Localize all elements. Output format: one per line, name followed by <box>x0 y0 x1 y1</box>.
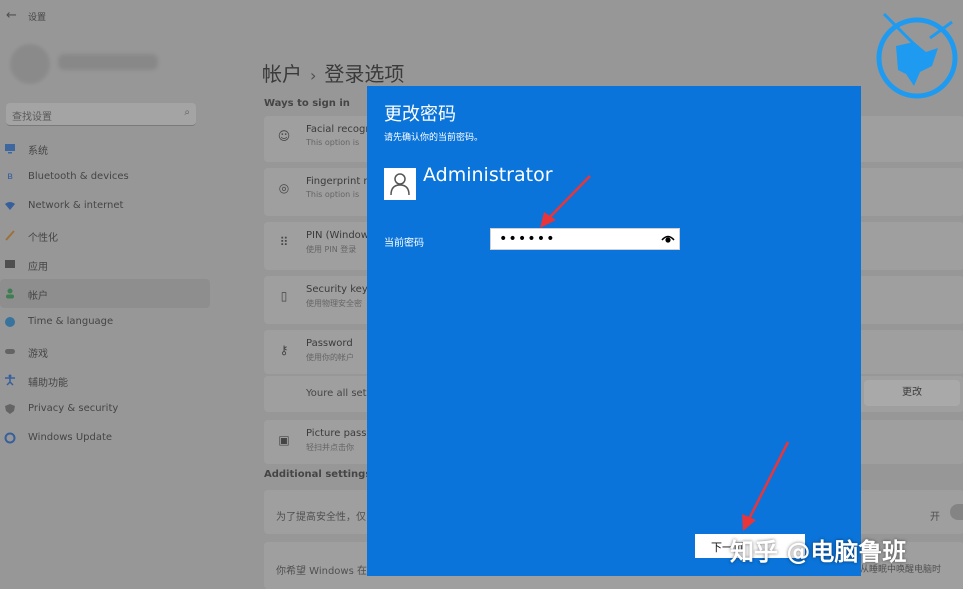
sidebar-item-gaming[interactable]: 游戏 <box>0 337 212 366</box>
card-title: Password <box>306 338 353 349</box>
password-status-text: Youre all set <box>306 388 367 399</box>
current-password-label: 当前密码 <box>384 238 424 249</box>
card-subtitle: This option is <box>306 138 360 147</box>
sidebar-item-label: Time & language <box>28 316 114 327</box>
sidebar-item-label: 帐户 <box>28 291 48 302</box>
dialog-title: 更改密码 <box>384 104 456 125</box>
accessibility-icon <box>4 374 16 386</box>
sidebar-item-privacy[interactable]: Privacy & security <box>0 395 212 424</box>
search-input[interactable]: 查找设置 <box>12 108 52 123</box>
reveal-password-eye-icon[interactable] <box>661 233 675 245</box>
sidebar-item-label: 应用 <box>28 262 48 273</box>
page-title: 登录选项 <box>324 62 405 86</box>
card-subtitle: 使用物理安全密 <box>306 299 362 308</box>
picture-icon: ▣ <box>278 433 290 447</box>
additional-settings-heading: Additional settings <box>264 469 372 480</box>
search-icon: ⌕ <box>184 107 190 118</box>
dialog-subtitle: 请先确认你的当前密码。 <box>384 133 484 143</box>
search-box[interactable]: 查找设置 ⌕ <box>6 103 196 126</box>
sidebar-item-apps[interactable]: 应用 <box>0 250 212 279</box>
change-password-button[interactable]: 更改 <box>864 380 960 406</box>
avatar <box>10 44 50 84</box>
fingerprint-icon: ◎ <box>278 181 290 195</box>
update-icon <box>4 432 16 444</box>
zhihu-watermark: 知乎 @电脑鲁班 <box>730 538 907 566</box>
sidebar-item-label: 游戏 <box>28 349 48 360</box>
sidebar-nav: 系统 ʙ Bluetooth & devices Network & inter… <box>0 134 212 453</box>
current-password-field[interactable]: •••••• <box>490 228 680 250</box>
card-subtitle: 轻扫并点击你 <box>306 443 354 452</box>
sidebar-item-label: Bluetooth & devices <box>28 171 129 182</box>
wifi-icon <box>4 200 16 212</box>
sidebar-item-label: 系统 <box>28 146 48 157</box>
card-subtitle: This option is <box>306 190 360 199</box>
person-icon <box>390 173 410 196</box>
card-title: Picture passw <box>306 428 375 439</box>
sidebar-item-accessibility[interactable]: 辅助功能 <box>0 366 212 395</box>
sidebar-item-label: Network & internet <box>28 200 124 211</box>
user-tile <box>384 168 416 200</box>
pin-icon: ⠿ <box>279 235 289 249</box>
breadcrumb: 帐户 › 登录选项 <box>262 58 404 87</box>
globe-clock-icon <box>4 316 16 328</box>
gamepad-icon <box>4 345 16 357</box>
user-name-blurred <box>58 54 158 70</box>
sidebar-item-time-language[interactable]: Time & language <box>0 308 212 337</box>
sidebar-item-label: Windows Update <box>28 432 113 443</box>
ways-to-sign-in-heading: Ways to sign in <box>264 98 350 109</box>
account-icon <box>4 287 16 299</box>
security-toggle[interactable] <box>950 504 963 520</box>
monitor-icon <box>4 142 16 154</box>
wake-setting-text: 你希望 Windows 在 <box>276 566 367 577</box>
app-title: 设置 <box>28 13 47 23</box>
user-profile[interactable] <box>10 44 210 90</box>
card-title: Fingerprint re <box>306 176 374 187</box>
card-subtitle: 使用 PIN 登录 <box>306 245 357 254</box>
toggle-state-label: 开 <box>930 512 940 523</box>
brush-icon <box>4 229 16 241</box>
breadcrumb-parent[interactable]: 帐户 <box>262 62 302 86</box>
card-subtitle: 使用你的帐户 <box>306 353 354 362</box>
sidebar-item-label: 辅助功能 <box>28 378 68 389</box>
sidebar-item-accounts[interactable]: 帐户 <box>0 279 210 308</box>
sidebar-item-windows-update[interactable]: Windows Update <box>0 424 212 453</box>
sidebar-item-personalization[interactable]: 个性化 <box>0 221 212 250</box>
sidebar-item-system[interactable]: 系统 <box>0 134 212 163</box>
sidebar-item-bluetooth[interactable]: ʙ Bluetooth & devices <box>0 163 212 192</box>
back-arrow-icon[interactable]: ← <box>6 8 17 23</box>
card-title: Security key <box>306 284 368 295</box>
change-password-dialog: 更改密码 请先确认你的当前密码。 Administrator 当前密码 ••••… <box>367 86 861 576</box>
sidebar-item-label: 个性化 <box>28 233 58 244</box>
brand-logo-icon <box>876 12 958 99</box>
shield-icon <box>4 403 16 415</box>
sidebar-item-network[interactable]: Network & internet <box>0 192 212 221</box>
account-name: Administrator <box>423 164 553 186</box>
card-title: PIN (Window <box>306 230 369 241</box>
face-icon: ☺ <box>277 129 291 143</box>
sidebar-item-label: Privacy & security <box>28 403 119 414</box>
key-icon: ▯ <box>280 289 288 303</box>
password-value: •••••• <box>499 231 556 247</box>
security-setting-text: 为了提高安全性，仅 <box>276 512 366 523</box>
title-bar: ← 设置 <box>0 0 963 34</box>
card-title: Facial recogn <box>306 124 372 135</box>
breadcrumb-separator: › <box>310 66 317 85</box>
bluetooth-icon: ʙ <box>7 171 13 182</box>
password-icon: ⚷ <box>279 343 289 357</box>
apps-icon <box>4 258 16 270</box>
